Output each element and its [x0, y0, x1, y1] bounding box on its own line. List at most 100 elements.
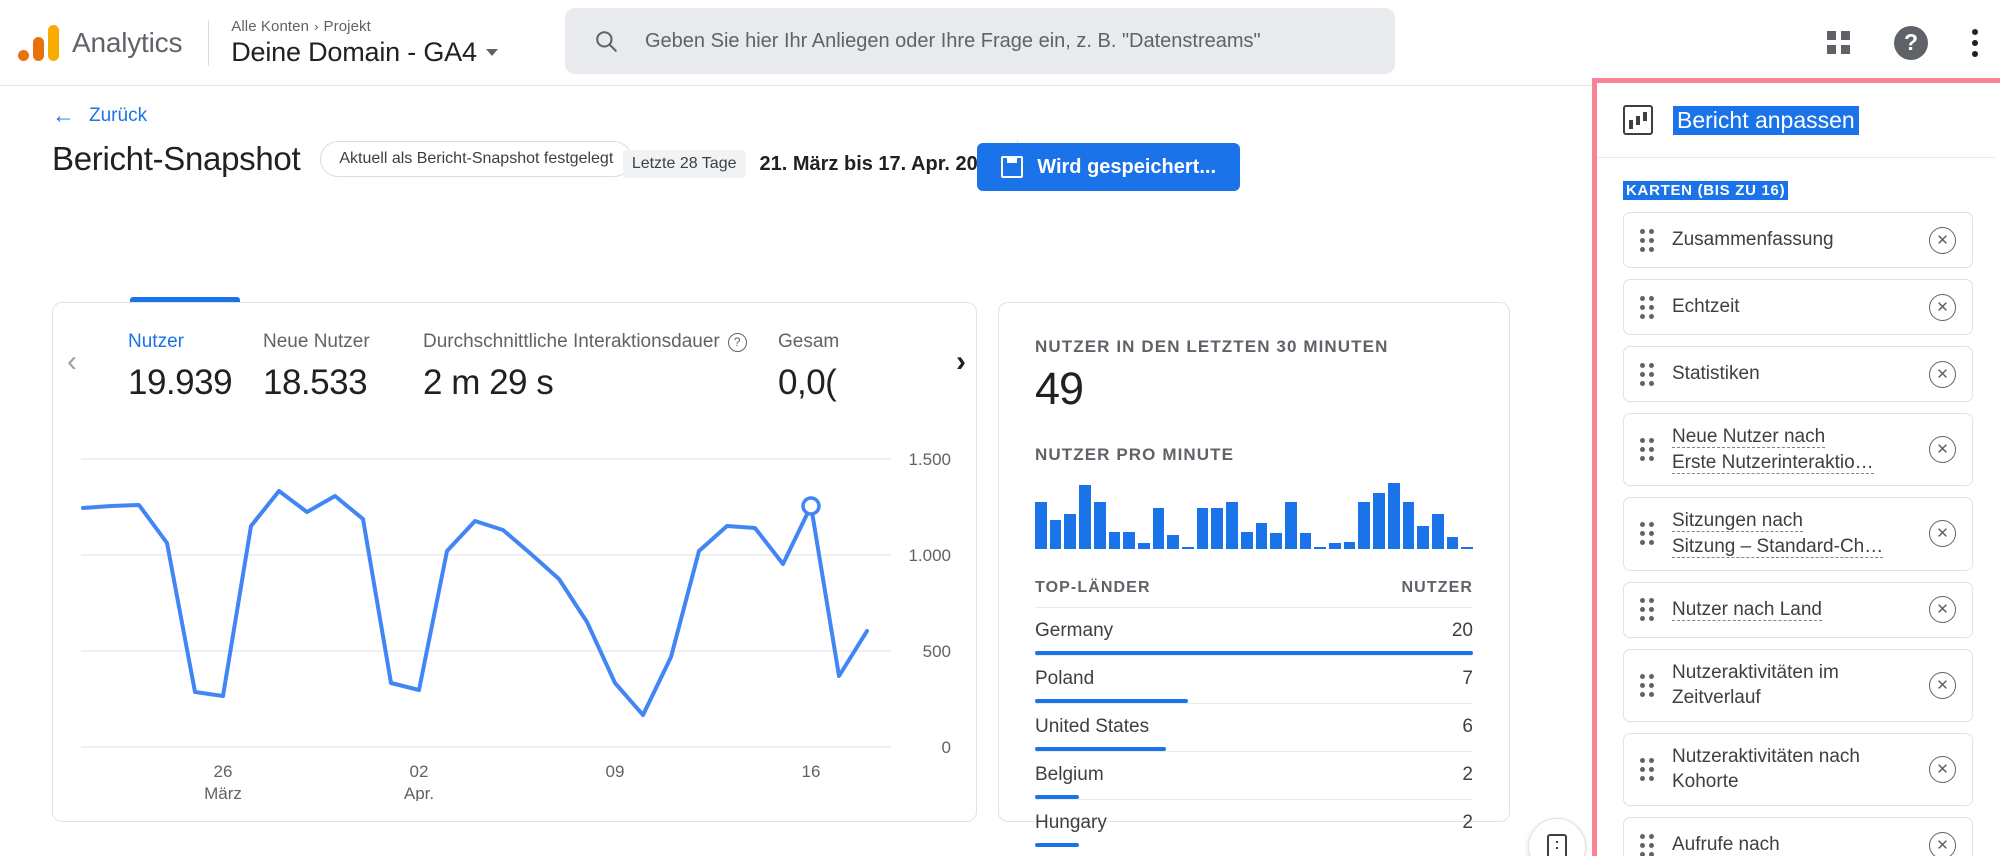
info-help-icon[interactable]: ? [727, 332, 747, 352]
save-button[interactable]: Wird gespeichert... [977, 143, 1240, 191]
remove-card-button[interactable]: ✕ [1929, 436, 1956, 464]
bar-minute-20 [1314, 546, 1327, 549]
drag-handle-icon[interactable] [1640, 522, 1654, 546]
table-row[interactable]: Poland 7 [1035, 655, 1473, 703]
back-label: Zurück [89, 104, 148, 126]
notes-panel-button[interactable] [1528, 818, 1586, 856]
svg-text:0: 0 [942, 738, 951, 757]
svg-text:26: 26 [214, 762, 233, 781]
report-card-label-line: Zusammenfassung [1672, 229, 1834, 251]
bar-minute-22 [1343, 542, 1356, 549]
page-title-row: Bericht-Snapshot Aktuell als Bericht-Sna… [52, 140, 633, 178]
remove-card-button[interactable]: ✕ [1929, 226, 1956, 254]
save-button-label: Wird gespeichert... [1037, 155, 1216, 178]
svg-text:1.000: 1.000 [908, 546, 951, 565]
kebab-menu-icon[interactable] [1972, 28, 1978, 57]
remove-card-button[interactable]: ✕ [1929, 831, 1956, 856]
svg-text:16: 16 [802, 762, 821, 781]
remove-card-button[interactable]: ✕ [1929, 360, 1956, 388]
report-card-label: Sitzungen nach Sitzung – Standard-Ch… [1672, 508, 1911, 559]
metric-avg-engagement[interactable]: Durchschnittliche Interaktionsdauer ? 2 … [423, 331, 778, 403]
table-row[interactable]: Belgium 2 [1035, 751, 1473, 799]
metric-value: 2 m 29 s [423, 363, 554, 402]
bar-minute-26 [1402, 502, 1415, 549]
drag-handle-icon[interactable] [1640, 228, 1654, 252]
notes-panel-icon [1547, 834, 1567, 856]
logo-area[interactable]: Analytics [0, 23, 182, 63]
svg-text:500: 500 [923, 642, 951, 661]
metric-total-truncated[interactable]: Gesam 0,0( [778, 331, 938, 403]
report-card-label-line: Aufrufe nach [1672, 834, 1780, 856]
remove-card-button[interactable]: ✕ [1929, 520, 1956, 548]
table-row[interactable]: United States 6 [1035, 703, 1473, 751]
report-card-label: Zusammenfassung [1672, 227, 1911, 253]
report-card-item[interactable]: Aufrufe nach ✕ [1623, 817, 1973, 856]
report-card-label-line: Nutzer nach Land [1672, 598, 1822, 621]
bar-minute-29 [1446, 537, 1459, 549]
drag-handle-icon[interactable] [1640, 598, 1654, 622]
country-users: 6 [1462, 716, 1473, 737]
country-name: Hungary [1035, 812, 1107, 833]
property-selector[interactable]: Deine Domain - GA4 [231, 37, 498, 68]
search-icon [596, 31, 617, 52]
country-name: Germany [1035, 620, 1114, 641]
back-button[interactable]: ← Zurück [52, 104, 147, 127]
report-card-item[interactable]: Zusammenfassung ✕ [1623, 212, 1973, 268]
bar-minute-3 [1064, 514, 1077, 549]
table-row-inner: Germany 20 [1035, 620, 1473, 642]
date-range-label: 21. März bis 17. Apr. 2023 [759, 152, 1001, 175]
chart-highlight-point [801, 496, 821, 516]
metric-users[interactable]: Nutzer 19.939 [128, 331, 263, 403]
bar-minute-16 [1255, 523, 1268, 549]
report-card-label-line: Kohorte [1672, 771, 1739, 793]
report-card-item[interactable]: Sitzungen nach Sitzung – Standard-Ch… ✕ [1623, 497, 1973, 571]
report-card-item[interactable]: Nutzeraktivitäten im Zeitverlauf ✕ [1623, 648, 1973, 722]
report-card-item[interactable]: Echtzeit ✕ [1623, 279, 1973, 335]
country-name: Belgium [1035, 764, 1104, 785]
chart-y-axis-labels: 1.500 1.000 500 0 [908, 451, 951, 757]
help-icon[interactable]: ? [1894, 25, 1928, 60]
metric-label: Neue Nutzer [263, 331, 370, 352]
bar-minute-2 [1049, 519, 1062, 549]
report-card-label: Nutzeraktivitäten nach Kohorte [1672, 744, 1911, 795]
report-card-item[interactable]: Nutzeraktivitäten nach Kohorte ✕ [1623, 732, 1973, 807]
report-card-item[interactable]: Nutzer nach Land ✕ [1623, 581, 1973, 638]
drag-handle-icon[interactable] [1640, 295, 1654, 319]
bar-minute-18 [1284, 502, 1297, 549]
report-card-label: Neue Nutzer nach Erste Nutzerinteraktio… [1672, 424, 1911, 475]
report-card-item[interactable]: Statistiken ✕ [1623, 346, 1973, 402]
metric-new-users[interactable]: Neue Nutzer 18.533 [263, 331, 423, 403]
customize-report-panel-inner: Bericht anpassen KARTEN (BIS ZU 16) Zusa… [1597, 83, 1995, 856]
drag-handle-icon[interactable] [1640, 362, 1654, 386]
drag-handle-icon[interactable] [1640, 438, 1654, 462]
search-placeholder: Geben Sie hier Ihr Anliegen oder Ihre Fr… [645, 29, 1261, 52]
remove-card-button[interactable]: ✕ [1929, 755, 1956, 783]
country-name: United States [1035, 716, 1150, 737]
table-row[interactable]: Hungary 2 [1035, 799, 1473, 847]
report-cards-list: Zusammenfassung ✕ Echtzeit ✕ Statistiken ✕ Neu… [1597, 212, 1995, 856]
property-name: Deine Domain - GA4 [231, 36, 477, 67]
drag-handle-icon[interactable] [1640, 833, 1654, 856]
remove-card-button[interactable]: ✕ [1929, 671, 1956, 699]
drag-handle-icon[interactable] [1640, 757, 1654, 781]
drag-handle-icon[interactable] [1640, 673, 1654, 697]
remove-card-button[interactable]: ✕ [1929, 293, 1956, 321]
bar-minute-21 [1329, 543, 1341, 549]
realtime-users-value: 49 [1035, 363, 1084, 414]
account-selector[interactable]: Alle Konten › Projekt Deine Domain - GA4 [231, 18, 498, 68]
bar-minute-30 [1461, 546, 1474, 549]
panel-section-label: KARTEN (BIS ZU 16) [1623, 181, 1789, 200]
report-card-item[interactable]: Neue Nutzer nach Erste Nutzerinteraktio… ✕ [1623, 413, 1973, 487]
report-card-label: Echtzeit [1672, 294, 1911, 320]
table-row[interactable]: Germany 20 [1035, 607, 1473, 655]
date-range-selector[interactable]: Letzte 28 Tage 21. März bis 17. Apr. 202… [622, 150, 1001, 178]
grid-apps-icon[interactable] [1827, 31, 1850, 54]
users-line-chart: 1.500 1.000 500 0 26 März 02 Apr. 09 16 [81, 451, 951, 801]
page-title: Bericht-Snapshot [52, 140, 301, 177]
breadcrumb-separator: › [314, 18, 319, 34]
search-input[interactable]: Geben Sie hier Ihr Anliegen oder Ihre Fr… [565, 8, 1395, 74]
metrics-strip: Nutzer 19.939 Neue Nutzer 18.533 Durchsc… [53, 331, 965, 421]
breadcrumb-account: Alle Konten [231, 17, 310, 35]
bar-minute-23 [1358, 502, 1371, 549]
remove-card-button[interactable]: ✕ [1929, 596, 1956, 624]
